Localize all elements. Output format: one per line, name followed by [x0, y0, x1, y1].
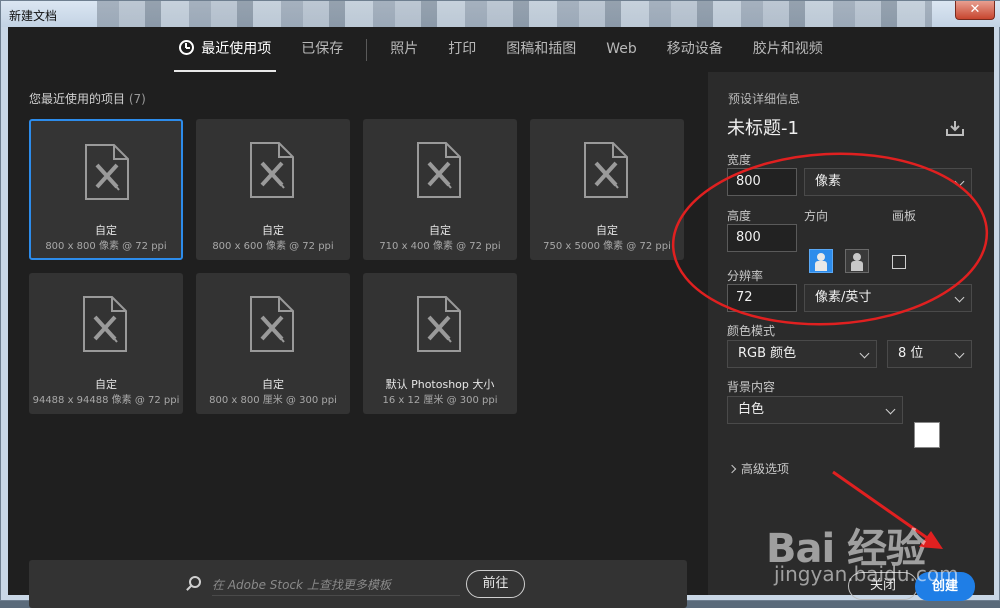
width-input[interactable]: 800 [727, 168, 797, 196]
recent-item-name: 自定 [262, 378, 284, 391]
color-mode-select[interactable]: RGB 颜色 [727, 340, 877, 368]
recent-item-card[interactable]: 默认 Photoshop 大小 16 x 12 厘米 @ 300 ppi [363, 273, 517, 414]
background-color-swatch[interactable] [914, 422, 940, 448]
recent-item-name: 自定 [95, 224, 117, 237]
recent-item-meta: 800 x 800 像素 @ 72 ppi [45, 241, 167, 252]
title-bar: 新建文档 ✕ [1, 1, 1000, 27]
recent-item-name: 自定 [429, 224, 451, 237]
document-template-icon [83, 296, 127, 352]
landscape-person-icon [853, 253, 861, 261]
document-name[interactable]: 未标题-1 [727, 114, 799, 140]
preset-details-title: 预设详细信息 [728, 92, 801, 106]
recent-item-meta: 710 x 400 像素 @ 72 ppi [379, 241, 501, 252]
new-document-window: 新建文档 ✕ 最近使用项 已保存 照片 打印 图稿和插图 Web 移动设备 胶片… [0, 0, 1000, 608]
recent-item-card[interactable]: 自定 750 x 5000 像素 @ 72 ppi [530, 119, 684, 260]
recent-item-meta: 16 x 12 厘米 @ 300 ppi [382, 395, 498, 406]
search-icon [189, 576, 201, 588]
tab-film-video[interactable]: 胶片和视频 [738, 27, 838, 72]
background-contents-label: 背景内容 [727, 380, 776, 394]
tab-photo[interactable]: 照片 [375, 27, 433, 72]
recent-item-meta: 94488 x 94488 像素 @ 72 ppi [32, 395, 180, 406]
save-preset-icon[interactable] [946, 120, 964, 136]
resolution-label: 分辨率 [727, 269, 764, 283]
width-unit-select[interactable]: 像素 [804, 168, 972, 196]
document-template-icon [417, 296, 461, 352]
height-label: 高度 [727, 209, 752, 223]
tab-mobile[interactable]: 移动设备 [652, 27, 738, 72]
tab-print[interactable]: 打印 [433, 27, 491, 72]
document-template-icon [250, 296, 294, 352]
window-close-button[interactable]: ✕ [955, 1, 995, 20]
recent-item-meta: 800 x 800 厘米 @ 300 ppi [209, 395, 337, 406]
portrait-orientation-button[interactable] [809, 249, 833, 273]
landscape-orientation-button[interactable] [845, 249, 869, 273]
width-label: 宽度 [727, 153, 752, 167]
tab-art-illustration[interactable]: 图稿和插图 [491, 27, 591, 72]
chevron-down-icon [954, 176, 965, 187]
dialog-body: 最近使用项 已保存 照片 打印 图稿和插图 Web 移动设备 胶片和视频 您最近… [8, 27, 994, 608]
resolution-unit-select[interactable]: 像素/英寸 [804, 284, 972, 312]
recent-item-meta: 800 x 600 像素 @ 72 ppi [212, 241, 334, 252]
recent-item-card[interactable]: 自定 94488 x 94488 像素 @ 72 ppi [29, 273, 183, 414]
tab-saved[interactable]: 已保存 [286, 27, 358, 72]
clock-icon [179, 40, 195, 55]
recent-item-name: 自定 [596, 224, 618, 237]
recent-item-card[interactable]: 自定 800 x 800 像素 @ 72 ppi [29, 119, 183, 260]
document-template-icon [584, 142, 628, 198]
tab-recent[interactable]: 最近使用项 [164, 27, 286, 72]
chevron-right-icon [727, 464, 737, 474]
chevron-down-icon [954, 292, 965, 303]
category-tabs: 最近使用项 已保存 照片 打印 图稿和插图 Web 移动设备 胶片和视频 [8, 27, 994, 72]
window-title: 新建文档 [9, 9, 58, 23]
tab-web[interactable]: Web [591, 27, 652, 72]
chevron-down-icon [885, 404, 896, 415]
watermark-url: jingyan.baidu.com [774, 562, 959, 586]
recent-items-panel: 您最近使用的项目 (7) 自定 800 x 800 像素 @ 72 ppi 自定… [8, 72, 708, 608]
recent-item-name: 自定 [262, 224, 284, 237]
resolution-input[interactable]: 72 [727, 284, 797, 312]
portrait-person-icon [817, 253, 825, 261]
go-button[interactable]: 前往 [466, 570, 525, 598]
advanced-options-toggle[interactable]: 高级选项 [727, 460, 789, 477]
chevron-down-icon [859, 348, 870, 359]
document-template-icon [417, 142, 461, 198]
baidu-watermark: Bai 经验 jingyan.baidu.com [766, 516, 981, 596]
document-template-icon [250, 142, 294, 198]
recent-items-title: 您最近使用的项目 (7) [29, 92, 146, 106]
color-mode-label: 颜色模式 [727, 324, 776, 338]
height-input[interactable]: 800 [727, 224, 797, 252]
chevron-down-icon [954, 348, 965, 359]
recent-item-meta: 750 x 5000 像素 @ 72 ppi [543, 241, 671, 252]
recent-item-name: 默认 Photoshop 大小 [385, 378, 495, 391]
bit-depth-select[interactable]: 8 位 [887, 340, 972, 368]
recent-item-name: 自定 [95, 378, 117, 391]
background-taskbar-strip [97, 1, 932, 27]
recent-item-card[interactable]: 自定 800 x 800 厘米 @ 300 ppi [196, 273, 350, 414]
artboard-label: 画板 [892, 209, 917, 223]
recent-item-card[interactable]: 自定 800 x 600 像素 @ 72 ppi [196, 119, 350, 260]
recent-item-card[interactable]: 自定 710 x 400 像素 @ 72 ppi [363, 119, 517, 260]
document-template-icon [85, 144, 129, 200]
artboard-checkbox[interactable] [892, 255, 906, 269]
orientation-label: 方向 [804, 209, 829, 223]
background-contents-select[interactable]: 白色 [727, 396, 903, 424]
tab-divider [366, 38, 368, 61]
stock-search-input[interactable] [212, 574, 460, 596]
